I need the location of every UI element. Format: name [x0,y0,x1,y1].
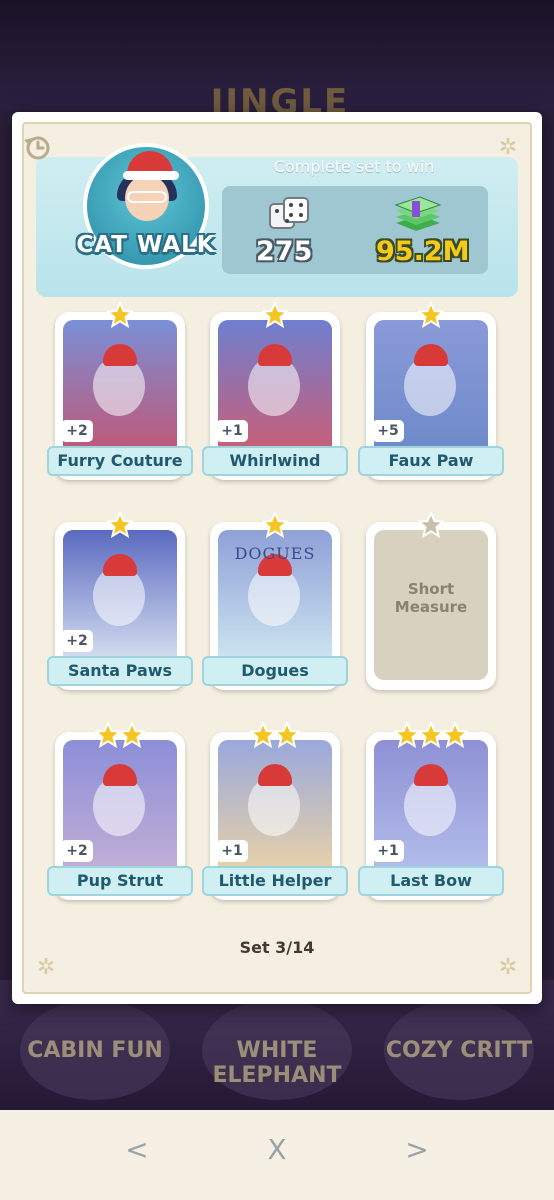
card-name-label: Furry Couture [47,446,193,476]
card-name-label: Dogues [202,656,348,686]
duplicate-count-badge: +5 [372,420,404,442]
card-rarity-stars [364,510,498,540]
star-icon [260,510,290,539]
cash-stack-icon [394,196,442,231]
star-icon [416,510,446,539]
card-rarity-stars [53,510,187,540]
star-icon [392,720,422,749]
history-icon[interactable] [22,132,52,162]
star-icon [416,300,446,329]
holly-corner-icon: ✲ [36,955,56,980]
sticker-card[interactable]: Short Measure [364,510,498,690]
duplicate-count-badge: +2 [61,420,93,442]
duplicate-count-badge: +1 [216,420,248,442]
set-title: CAT WALK [76,232,216,258]
card-rarity-stars [364,300,498,330]
star-icon [416,720,446,749]
background-set-cozy-critters: COZY CRITT [384,1000,534,1100]
set-counter: Set 3/14 [239,938,315,957]
card-rarity-stars [208,510,342,540]
next-set-button[interactable]: > [397,1130,437,1170]
sticker-card[interactable]: Faux Paw +5 [358,300,504,480]
holly-corner-icon: ✲ [498,955,518,980]
star-icon [260,300,290,329]
card-rarity-stars [53,720,187,750]
complete-set-caption: Complete set to win [273,157,435,176]
card-rarity-stars [53,300,187,330]
card-name-label: Santa Paws [47,656,193,686]
card-name-label: Faux Paw [358,446,504,476]
star-icon [93,720,123,749]
card-name-label: Little Helper [202,866,348,896]
background-set-cabin-fun: CABIN FUN [20,1000,170,1100]
card-rarity-stars [364,720,498,750]
star-icon [440,720,470,749]
locked-card-name: Short Measure [394,580,468,616]
sticker-card[interactable]: Pup Strut +2 [47,720,193,900]
duplicate-count-badge: +2 [61,840,93,862]
sticker-card[interactable]: Whirlwind +1 [202,300,348,480]
poster-text: DOGUES [234,544,316,563]
sticker-card[interactable]: Last Bow +1 [358,720,504,900]
star-icon [105,510,135,539]
sticker-card[interactable]: Little Helper +1 [202,720,348,900]
card-name-label: Whirlwind [202,446,348,476]
background-set-white-elephant: WHITE ELEPHANT [202,1000,352,1100]
star-icon [117,720,147,749]
star-icon [105,300,135,329]
card-rarity-stars [208,720,342,750]
star-icon [272,720,302,749]
previous-set-button[interactable]: < [117,1130,157,1170]
sticker-card[interactable]: Furry Couture +2 [47,300,193,480]
dice-reward-value: 275 [256,236,313,267]
cash-reward-value: 95.2M [376,236,470,267]
duplicate-count-badge: +1 [372,840,404,862]
duplicate-count-badge: +2 [61,630,93,652]
close-button[interactable]: X [257,1130,297,1170]
card-name-label: Last Bow [358,866,504,896]
sticker-card[interactable]: DOGUES Dogues [202,510,348,690]
sticker-card[interactable]: Santa Paws +2 [47,510,193,690]
card-rarity-stars [208,300,342,330]
card-name-label: Pup Strut [47,866,193,896]
duplicate-count-badge: +1 [216,840,248,862]
dice-icon [269,197,309,229]
star-icon [248,720,278,749]
